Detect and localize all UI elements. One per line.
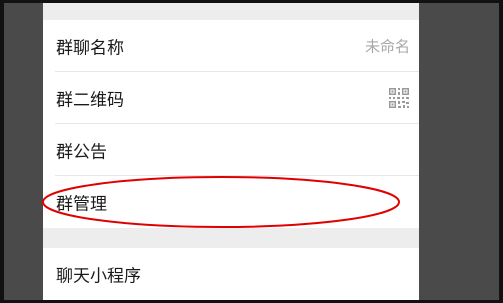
chat-mini-programs-row[interactable]: 聊天小程序 (43, 248, 419, 300)
group-qr-code-row[interactable]: 群二维码 (43, 72, 419, 124)
group-name-label: 群聊名称 (56, 38, 124, 59)
group-name-row[interactable]: 群聊名称 未命名 (43, 20, 419, 72)
screenshot-border-right (499, 0, 503, 303)
group-settings-list: 群聊名称 未命名 群二维码 群公告 群管理 (43, 20, 419, 228)
group-settings-screen: 群聊名称 未命名 群二维码 群公告 群管理 聊天小程序 (43, 3, 419, 300)
group-announcement-label: 群公告 (56, 142, 107, 163)
group-management-row[interactable]: 群管理 (43, 176, 419, 228)
chat-mini-programs-label: 聊天小程序 (56, 266, 141, 287)
group-qr-code-label: 群二维码 (56, 90, 124, 111)
group-management-label: 群管理 (56, 194, 107, 215)
screenshot-border-left (0, 0, 4, 303)
qr-code-icon (389, 88, 409, 108)
group-announcement-row[interactable]: 群公告 (43, 124, 419, 176)
group-name-value: 未命名 (364, 37, 410, 56)
chat-mini-programs-list: 聊天小程序 (43, 248, 419, 300)
